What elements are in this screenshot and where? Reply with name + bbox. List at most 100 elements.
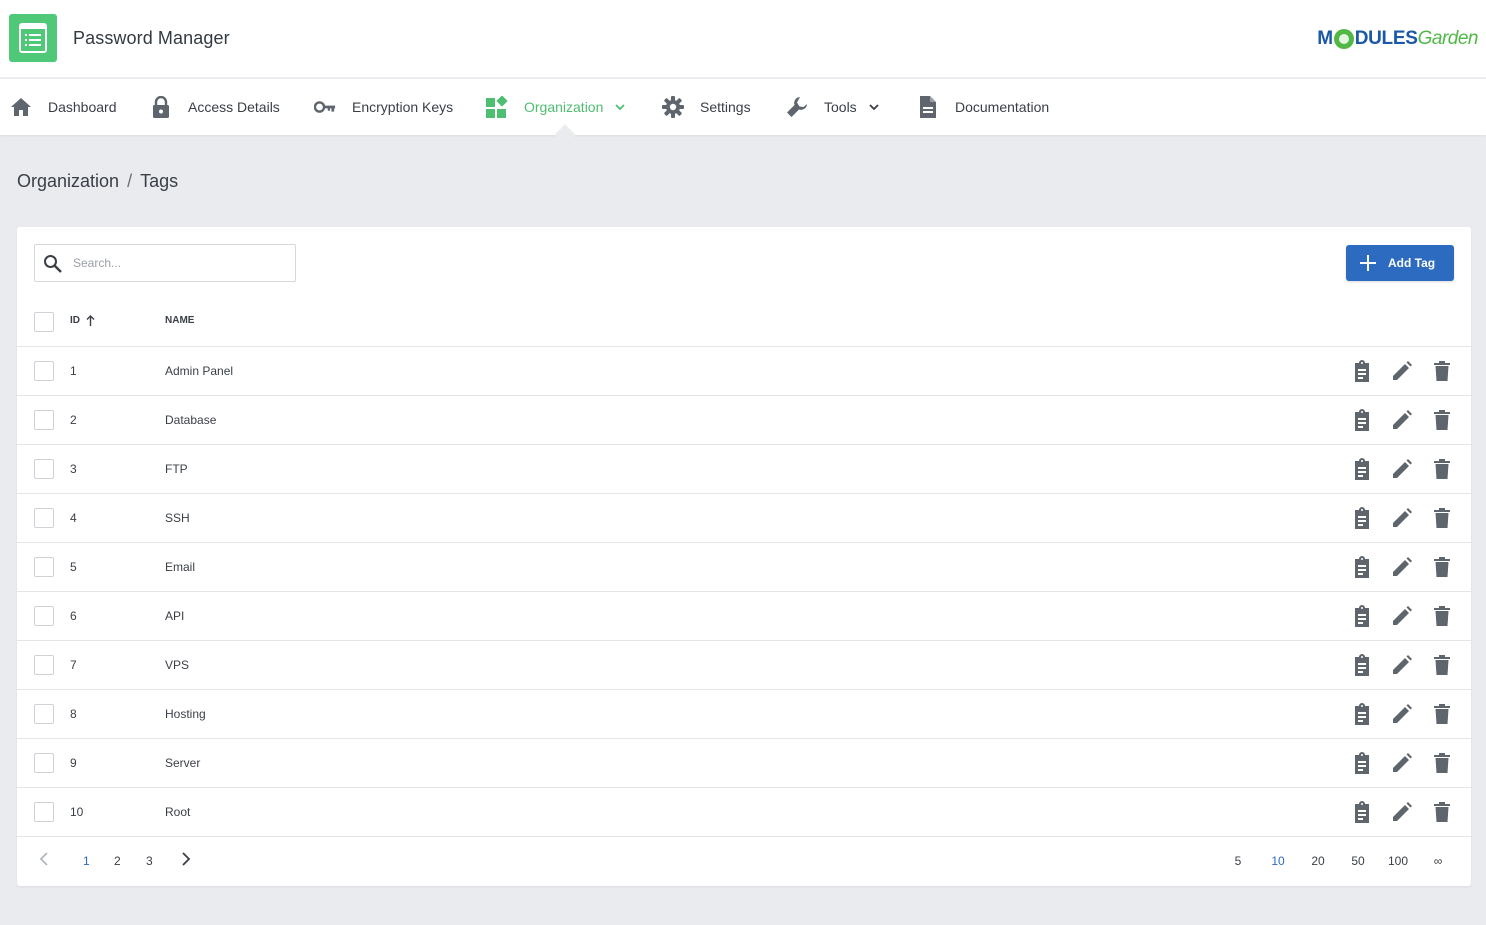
row-checkbox[interactable] <box>34 557 54 577</box>
breadcrumb-separator: / <box>127 171 133 191</box>
trash-icon[interactable] <box>1431 752 1453 774</box>
page-size-10[interactable]: 10 <box>1263 854 1293 868</box>
app-title: Password Manager <box>73 28 230 48</box>
nav-item-dashboard[interactable]: Dashboard <box>10 79 117 135</box>
row-checkbox[interactable] <box>34 459 54 479</box>
column-header-name[interactable]: NAME <box>165 315 194 326</box>
trash-icon[interactable] <box>1431 801 1453 823</box>
chevron-down-icon <box>869 103 879 111</box>
nav-item-tools[interactable]: Tools <box>786 79 879 135</box>
trash-icon[interactable] <box>1431 360 1453 382</box>
search-box[interactable] <box>34 244 296 282</box>
prev-page-chevron-icon[interactable] <box>39 852 49 866</box>
pencil-icon[interactable] <box>1391 605 1413 627</box>
breadcrumb-parent[interactable]: Organization <box>17 171 119 191</box>
main-nav: Dashboard Access Details Encryption Keys… <box>0 79 1486 135</box>
nav-item-access-details[interactable]: Access Details <box>150 79 280 135</box>
table-body: 1 Admin Panel 2 Database 3 FTP 4 SSH 5 Email 6 API 7… <box>17 347 1471 837</box>
gear-icon <box>662 96 684 118</box>
page-1[interactable]: 1 <box>83 854 90 868</box>
trash-icon[interactable] <box>1431 605 1453 627</box>
lock-icon <box>150 96 172 118</box>
trash-icon[interactable] <box>1431 458 1453 480</box>
app-header: Password Manager M DULES Garden <box>0 0 1486 78</box>
row-checkbox[interactable] <box>34 802 54 822</box>
nav-item-settings[interactable]: Settings <box>662 79 751 135</box>
row-checkbox[interactable] <box>34 655 54 675</box>
clipboard-icon[interactable] <box>1351 703 1373 725</box>
row-name: FTP <box>165 462 188 476</box>
row-name: Server <box>165 756 201 770</box>
table-row: 9 Server <box>17 739 1471 788</box>
table-row: 2 Database <box>17 396 1471 445</box>
row-checkbox[interactable] <box>34 508 54 528</box>
trash-icon[interactable] <box>1431 654 1453 676</box>
page-3[interactable]: 3 <box>146 854 153 868</box>
row-checkbox[interactable] <box>34 753 54 773</box>
clipboard-icon[interactable] <box>1351 801 1373 823</box>
clipboard-icon[interactable] <box>1351 409 1373 431</box>
nav-label: Documentation <box>955 99 1050 115</box>
page-size-100[interactable]: 100 <box>1383 854 1413 868</box>
row-checkbox[interactable] <box>34 410 54 430</box>
trash-icon[interactable] <box>1431 409 1453 431</box>
logo-text-garden: Garden <box>1417 28 1479 49</box>
row-id: 10 <box>70 805 84 819</box>
page-2[interactable]: 2 <box>114 854 121 868</box>
row-id: 1 <box>70 364 77 378</box>
clipboard-icon[interactable] <box>1351 654 1373 676</box>
row-name: Hosting <box>165 707 206 721</box>
modulesgarden-logo[interactable]: M DULES Garden <box>1317 26 1479 52</box>
pencil-icon[interactable] <box>1391 703 1413 725</box>
row-checkbox[interactable] <box>34 704 54 724</box>
pencil-icon[interactable] <box>1391 752 1413 774</box>
wrench-icon <box>786 96 808 118</box>
nav-item-encryption-keys[interactable]: Encryption Keys <box>314 79 453 135</box>
select-all-checkbox[interactable] <box>34 312 54 332</box>
pencil-icon[interactable] <box>1391 556 1413 578</box>
page-size-all[interactable]: ∞ <box>1423 854 1453 868</box>
add-tag-button[interactable]: Add Tag <box>1346 245 1454 281</box>
table-row: 10 Root <box>17 788 1471 837</box>
clipboard-icon[interactable] <box>1351 458 1373 480</box>
table-row: 7 VPS <box>17 641 1471 690</box>
trash-icon[interactable] <box>1431 507 1453 529</box>
page-size-20[interactable]: 20 <box>1303 854 1333 868</box>
row-name: API <box>165 609 185 623</box>
pencil-icon[interactable] <box>1391 654 1413 676</box>
next-page-chevron-icon[interactable] <box>181 852 191 866</box>
pencil-icon[interactable] <box>1391 360 1413 382</box>
nav-item-organization[interactable]: Organization <box>486 79 626 135</box>
column-header-id[interactable]: ID <box>70 315 95 326</box>
table-row: 4 SSH <box>17 494 1471 543</box>
row-name: VPS <box>165 658 190 672</box>
page-size-50[interactable]: 50 <box>1343 854 1373 868</box>
clipboard-icon[interactable] <box>1351 556 1373 578</box>
nav-label: Encryption Keys <box>352 99 454 115</box>
pencil-icon[interactable] <box>1391 801 1413 823</box>
logo-text-m: M <box>1317 28 1333 49</box>
pencil-icon[interactable] <box>1391 409 1413 431</box>
trash-icon[interactable] <box>1431 703 1453 725</box>
clipboard-icon[interactable] <box>1351 605 1373 627</box>
row-checkbox[interactable] <box>34 606 54 626</box>
page-size-5[interactable]: 5 <box>1223 854 1253 868</box>
row-checkbox[interactable] <box>34 361 54 381</box>
pencil-icon[interactable] <box>1391 507 1413 529</box>
chevron-down-icon <box>615 103 626 111</box>
table-row: 5 Email <box>17 543 1471 592</box>
column-header-id-label: ID <box>70 315 80 326</box>
tags-table-card: Add Tag ID NAME 1 Admin Panel 2 Database 3 FT… <box>17 227 1471 886</box>
sort-ascending-icon <box>86 315 95 326</box>
clipboard-icon[interactable] <box>1351 752 1373 774</box>
search-input[interactable] <box>73 247 283 279</box>
nav-item-documentation[interactable]: Documentation <box>917 79 1049 135</box>
row-id: 7 <box>70 658 77 672</box>
key-icon <box>314 96 336 118</box>
clipboard-icon[interactable] <box>1351 507 1373 529</box>
clipboard-icon[interactable] <box>1351 360 1373 382</box>
trash-icon[interactable] <box>1431 556 1453 578</box>
row-id: 8 <box>70 707 77 721</box>
pencil-icon[interactable] <box>1391 458 1413 480</box>
app-logo-icon <box>9 14 57 62</box>
